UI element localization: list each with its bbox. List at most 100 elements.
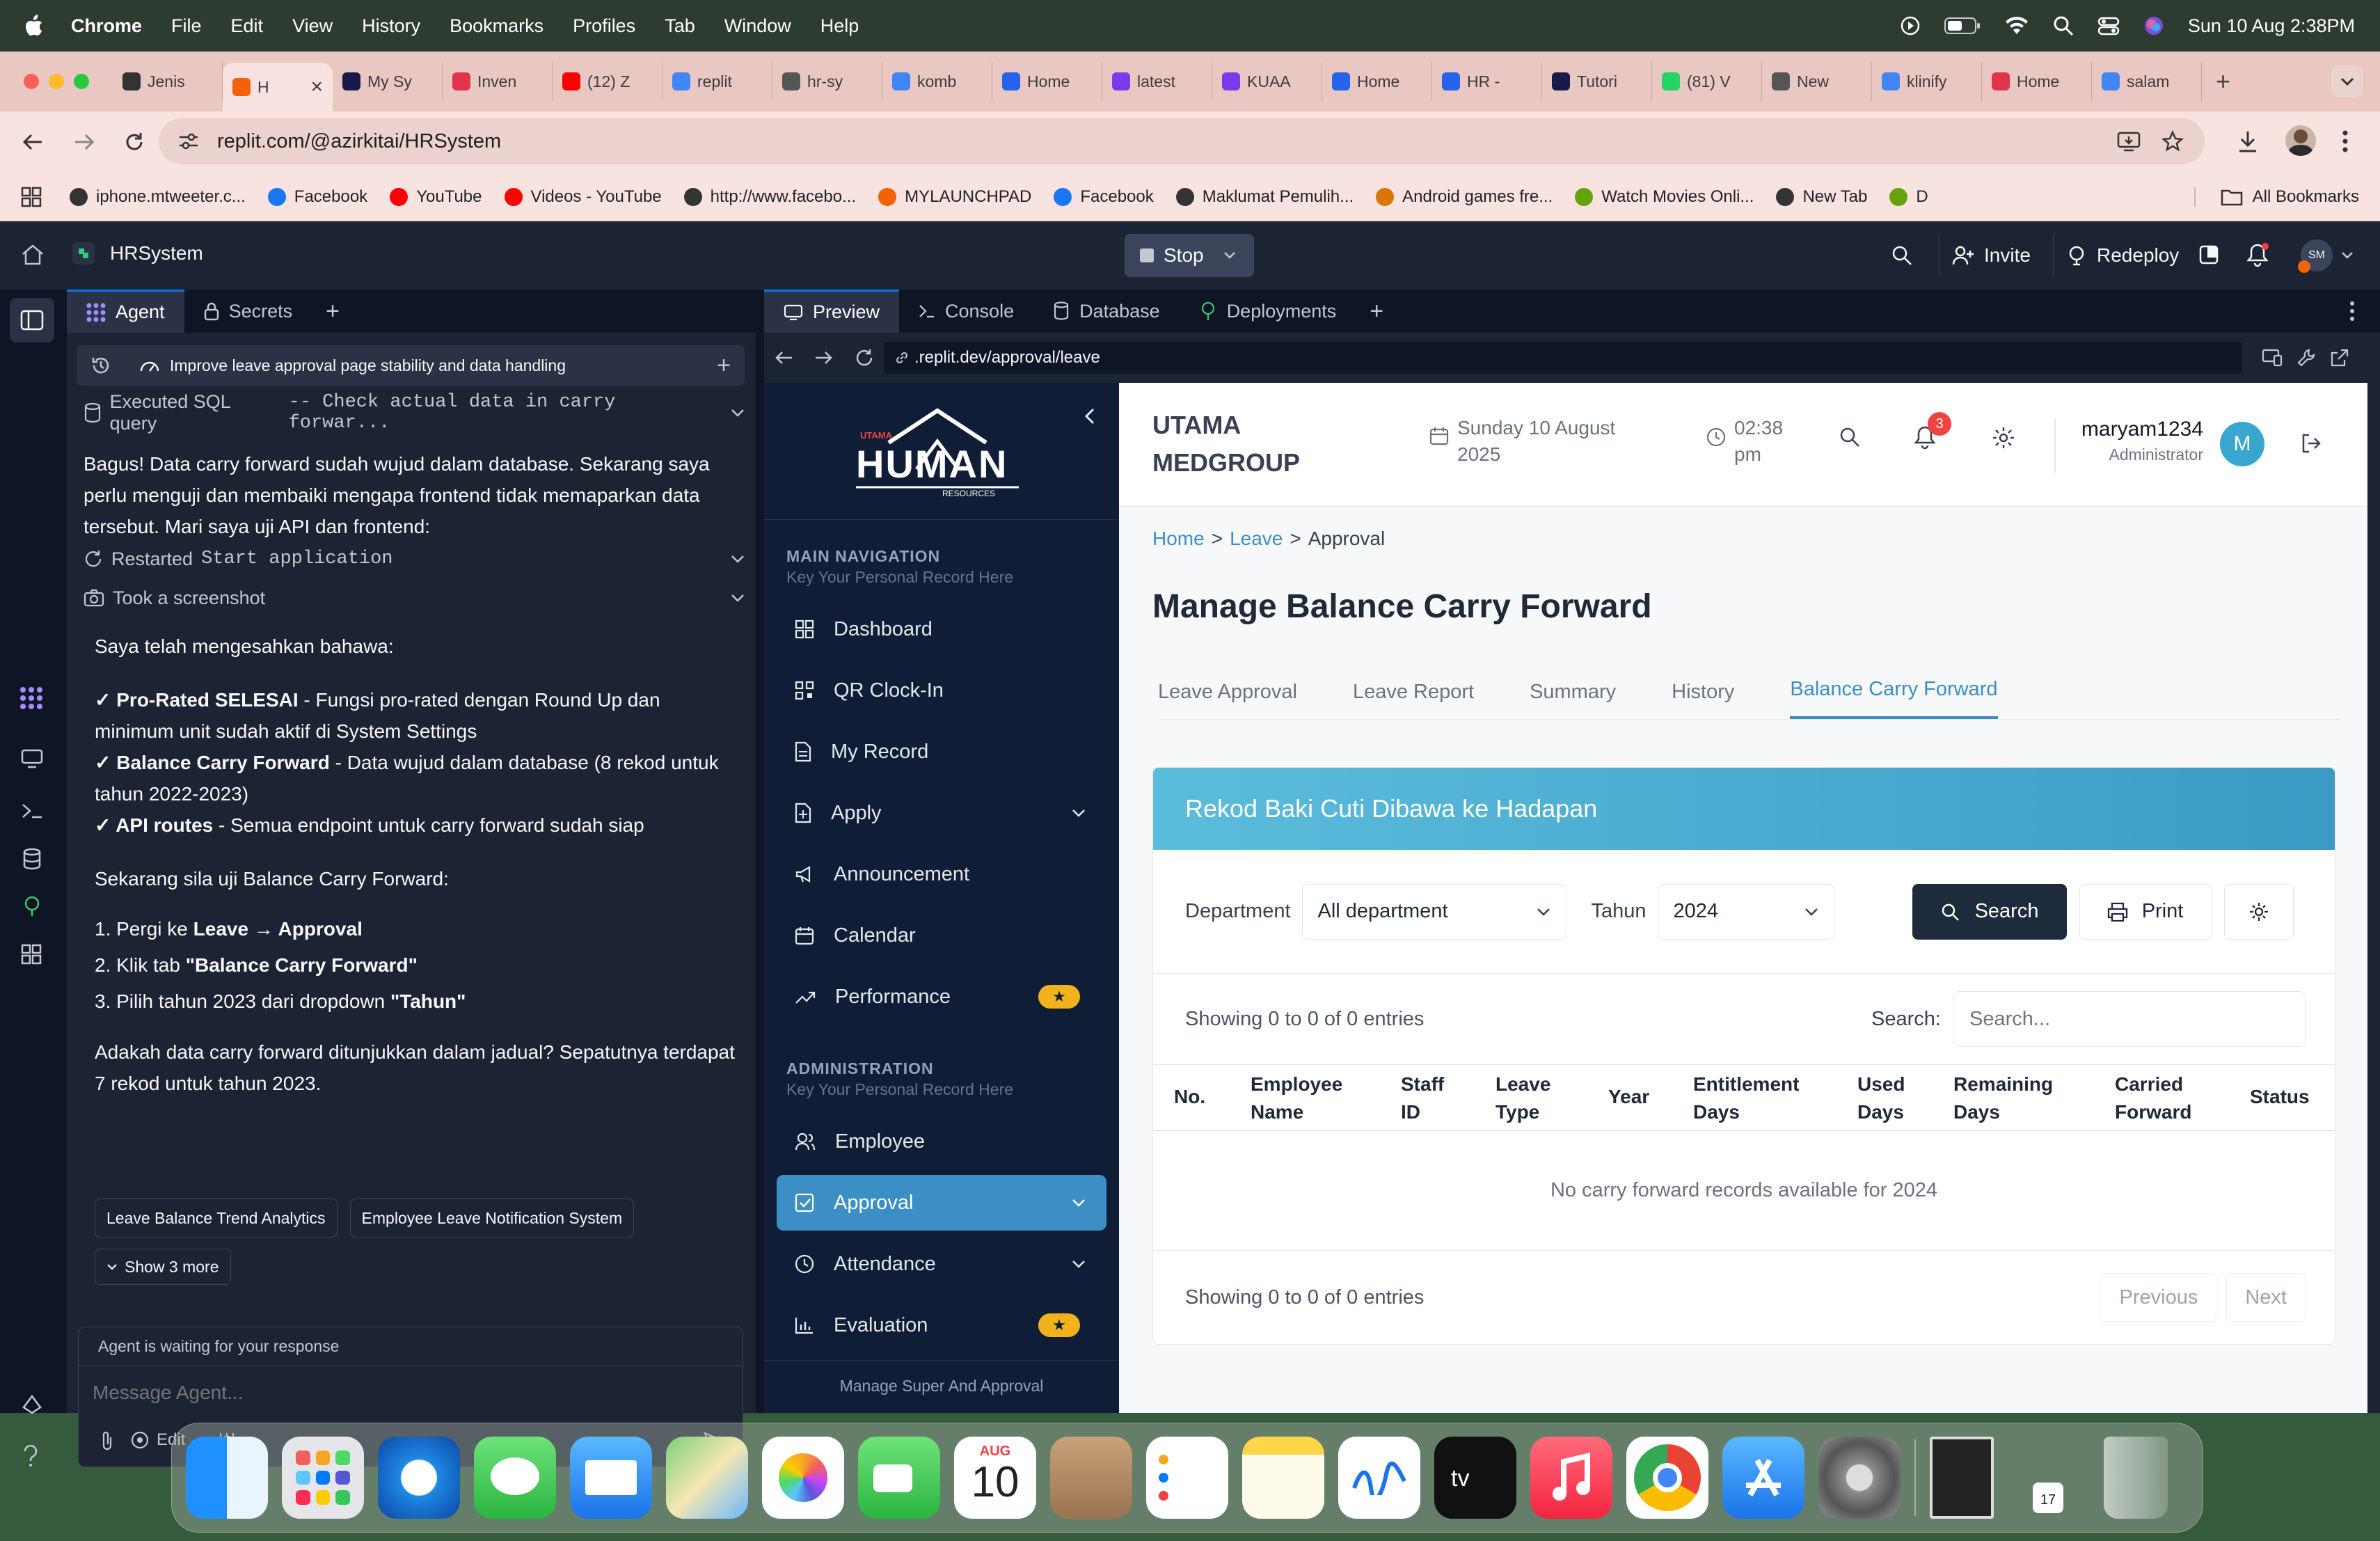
menu-window[interactable]: Window xyxy=(724,15,791,37)
nav-my-record[interactable]: My Record xyxy=(777,724,1106,780)
menubar-clock[interactable]: Sun 10 Aug 2:38PM xyxy=(2188,15,2355,37)
tab-search-button[interactable] xyxy=(2331,65,2363,97)
apps-grid-icon[interactable] xyxy=(21,187,42,207)
project-title[interactable]: HRSystem xyxy=(72,242,203,264)
tab-balance-carry-forward[interactable]: Balance Carry Forward xyxy=(1790,678,1998,719)
downloads-icon[interactable] xyxy=(2237,129,2259,153)
tab-agent[interactable]: Agent xyxy=(67,290,184,333)
menu-file[interactable]: File xyxy=(171,15,202,37)
column-header[interactable]: Employee Name xyxy=(1251,1070,1342,1126)
bookmark-item[interactable]: http://www.facebo... xyxy=(683,187,856,207)
year-select[interactable]: 2024 xyxy=(1657,883,1834,940)
bookmark-item[interactable]: Facebook xyxy=(1054,187,1154,207)
all-tools-icon[interactable] xyxy=(21,944,42,965)
tab-deployments[interactable]: Deployments xyxy=(1180,290,1356,333)
browser-tab[interactable]: klinify xyxy=(1872,62,1982,101)
nav-qr-clock-in[interactable]: QR Clock-In xyxy=(777,663,1106,718)
document-preview-icon[interactable] xyxy=(1930,1437,1994,1519)
browser-tab[interactable]: H × xyxy=(223,63,333,111)
freeform-icon[interactable] xyxy=(1338,1437,1420,1519)
browser-tab[interactable]: Jenis xyxy=(113,62,223,101)
bookmark-item[interactable]: Android games fre... xyxy=(1376,187,1553,207)
calendar-mini-icon[interactable]: 17 xyxy=(2008,1437,2090,1519)
menu-app-name[interactable]: Chrome xyxy=(71,15,142,37)
column-header[interactable]: Status xyxy=(2250,1083,2310,1111)
column-header[interactable]: Leave Type xyxy=(1496,1070,1550,1126)
table-settings-button[interactable] xyxy=(2223,883,2294,940)
bookmark-item[interactable]: D xyxy=(1889,187,1928,207)
contacts-icon[interactable] xyxy=(1050,1437,1132,1519)
new-chat-button[interactable]: + xyxy=(717,352,731,379)
invite-button[interactable]: Invite xyxy=(1939,234,2043,277)
menu-view[interactable]: View xyxy=(292,15,333,37)
browser-tab[interactable]: Inven xyxy=(443,62,553,101)
devices-icon[interactable] xyxy=(2262,349,2283,367)
column-header[interactable]: Remaining Days xyxy=(1953,1070,2053,1126)
mail-icon[interactable] xyxy=(570,1437,652,1519)
tab-database[interactable]: Database xyxy=(1033,290,1180,333)
account-menu[interactable]: SM xyxy=(2298,239,2354,273)
app-store-icon[interactable] xyxy=(1722,1437,1804,1519)
tab-preview[interactable]: Preview xyxy=(764,290,900,333)
stop-button[interactable]: Stop xyxy=(1125,234,1254,277)
chrome-icon[interactable] xyxy=(1626,1437,1708,1519)
redeploy-button[interactable]: Redeploy xyxy=(2053,234,2191,277)
nav-performance[interactable]: Performance ★ xyxy=(777,969,1106,1025)
previous-page-button[interactable]: Previous xyxy=(2100,1273,2217,1322)
browser-tab[interactable]: Home xyxy=(992,62,1102,101)
messages-icon[interactable] xyxy=(474,1437,556,1519)
maps-icon[interactable] xyxy=(666,1437,748,1519)
column-header[interactable]: Carried Forward xyxy=(2115,1070,2191,1126)
department-select[interactable]: All department xyxy=(1301,883,1566,940)
browser-tab[interactable]: Home xyxy=(1322,62,1432,101)
spotlight-search-icon[interactable] xyxy=(2053,15,2074,36)
bell-icon[interactable] xyxy=(2246,242,2270,267)
browser-tab[interactable]: Tutori xyxy=(1542,62,1652,101)
browser-tab[interactable]: New xyxy=(1762,62,1872,101)
tab-history[interactable]: History xyxy=(1672,681,1734,719)
close-tab-icon[interactable]: × xyxy=(310,75,323,99)
forward-arrow-icon[interactable] xyxy=(72,132,96,152)
chrome-menu-icon[interactable] xyxy=(2341,129,2349,153)
nav-approval[interactable]: Approval xyxy=(777,1175,1106,1231)
install-app-icon[interactable] xyxy=(2117,131,2141,152)
system-settings-icon[interactable] xyxy=(1818,1437,1901,1519)
bookmark-item[interactable]: Maklumat Pemulih... xyxy=(1175,187,1354,207)
bookmark-item[interactable]: Facebook xyxy=(267,187,367,207)
browser-tab[interactable]: KUAA xyxy=(1212,62,1322,101)
launchpad-icon[interactable] xyxy=(282,1437,364,1519)
reload-icon[interactable] xyxy=(855,348,874,368)
browser-tab[interactable]: (81) V xyxy=(1652,62,1762,101)
control-center-icon[interactable] xyxy=(2097,15,2120,36)
add-tab-button[interactable]: + xyxy=(326,298,340,325)
bookmark-item[interactable]: iphone.mtweeter.c... xyxy=(70,187,246,207)
browser-tab[interactable]: My Sy xyxy=(333,62,443,101)
bookmark-item[interactable]: Videos - YouTube xyxy=(504,187,662,207)
screenshot-step[interactable]: Took a screenshot xyxy=(84,580,745,615)
profile-avatar[interactable] xyxy=(2285,125,2316,156)
print-button[interactable]: Print xyxy=(2079,883,2212,940)
battery-icon[interactable] xyxy=(1944,17,1981,35)
reminders-icon[interactable] xyxy=(1146,1437,1228,1519)
nav-employee[interactable]: Employee xyxy=(777,1114,1106,1169)
preview-address-input[interactable]: .replit.dev/approval/leave xyxy=(884,342,2242,374)
tab-leave-approval[interactable]: Leave Approval xyxy=(1158,681,1297,719)
user-info[interactable]: maryam1234 Administrator xyxy=(2081,418,2203,464)
browser-tab[interactable]: latest xyxy=(1102,62,1212,101)
calendar-app-icon[interactable]: AUG 10 xyxy=(954,1437,1036,1519)
show-more-button[interactable]: Show 3 more xyxy=(95,1249,231,1285)
new-tab-button[interactable]: + xyxy=(2216,67,2230,96)
menu-help[interactable]: Help xyxy=(820,15,859,37)
safari-icon[interactable] xyxy=(378,1437,460,1519)
chevron-down-icon[interactable] xyxy=(1223,251,1236,260)
menu-bookmarks[interactable]: Bookmarks xyxy=(450,15,544,37)
photos-icon[interactable] xyxy=(762,1437,844,1519)
preview-icon[interactable] xyxy=(21,749,43,768)
console-icon[interactable] xyxy=(21,802,43,820)
bookmark-item[interactable]: YouTube xyxy=(390,187,482,207)
bookmark-item[interactable]: MYLAUNCHPAD xyxy=(878,187,1031,207)
sql-step[interactable]: Executed SQL query -- Check actual data … xyxy=(84,391,745,434)
wrench-icon[interactable] xyxy=(2296,348,2316,368)
nav-calendar[interactable]: Calendar xyxy=(777,908,1106,963)
layout-toggle-icon[interactable] xyxy=(2199,245,2219,264)
